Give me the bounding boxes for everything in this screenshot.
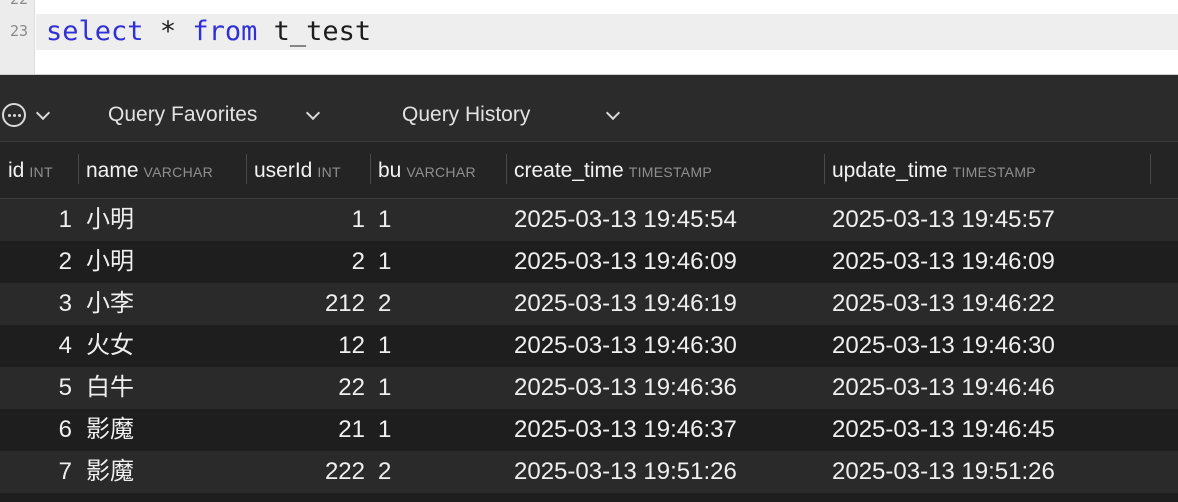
cell-id[interactable]: 2 (0, 241, 72, 283)
query-toolbar: Query Favorites Query History (0, 75, 1178, 142)
column-name: id (8, 159, 25, 182)
cell-userid[interactable]: 1 (250, 199, 365, 241)
column-header-userid[interactable]: userId INT (254, 142, 341, 198)
cell-name[interactable]: 影魔 (86, 409, 236, 451)
table-row[interactable]: 5 白牛 22 1 2025-03-13 19:46:36 2025-03-13 19:4… (0, 367, 1178, 409)
query-history-button[interactable]: Query History (402, 102, 530, 128)
sql-query-line[interactable]: select * from t_test (36, 14, 1178, 50)
column-header-create-time[interactable]: create_time TIMESTAMP (514, 142, 712, 198)
cell-id[interactable]: 4 (0, 325, 72, 367)
column-header-name[interactable]: name VARCHAR (86, 142, 213, 198)
cell-bu[interactable]: 1 (378, 409, 498, 451)
cell-name[interactable]: 小明 (86, 199, 236, 241)
cell-update-time[interactable]: 2025-03-13 19:46:30 (832, 325, 1142, 367)
cell-id[interactable]: 6 (0, 409, 72, 451)
cell-create-time[interactable]: 2025-03-13 19:46:09 (514, 241, 814, 283)
sql-keyword-select: select (46, 16, 144, 47)
table-row[interactable]: 4 火女 12 1 2025-03-13 19:46:30 2025-03-13 19:4… (0, 325, 1178, 367)
grid-header: id INT name VARCHAR userId INT bu VARCHAR cr… (0, 142, 1178, 199)
column-resize-handle[interactable] (78, 154, 79, 184)
table-row[interactable]: 2 小明 2 1 2025-03-13 19:46:09 2025-03-13 19:46… (0, 241, 1178, 283)
column-type: VARCHAR (143, 164, 214, 180)
cell-bu[interactable]: 2 (378, 451, 498, 493)
cell-update-time[interactable]: 2025-03-13 19:46:22 (832, 283, 1142, 325)
results-grid: id INT name VARCHAR userId INT bu VARCHAR cr… (0, 142, 1178, 493)
cell-id[interactable]: 5 (0, 367, 72, 409)
cell-bu[interactable]: 1 (378, 199, 498, 241)
cell-name[interactable]: 小明 (86, 241, 236, 283)
column-resize-handle[interactable] (246, 154, 247, 184)
cell-bu[interactable]: 1 (378, 241, 498, 283)
table-row[interactable]: 6 影魔 21 1 2025-03-13 19:46:37 2025-03-13 19:4… (0, 409, 1178, 451)
line-number-gutter: 22 23 (0, 0, 35, 74)
column-name: userId (254, 159, 313, 182)
cell-bu[interactable]: 1 (378, 325, 498, 367)
column-resize-handle[interactable] (370, 154, 371, 184)
chevron-down-icon[interactable] (605, 105, 621, 121)
query-favorites-button[interactable]: Query Favorites (108, 102, 257, 128)
cell-id[interactable]: 7 (0, 451, 72, 493)
sql-operator: * (159, 16, 177, 47)
table-row[interactable]: 1 小明 1 1 2025-03-13 19:45:54 2025-03-13 19:45… (0, 199, 1178, 241)
cell-update-time[interactable]: 2025-03-13 19:46:09 (832, 241, 1142, 283)
cell-name[interactable]: 小李 (86, 283, 236, 325)
cell-create-time[interactable]: 2025-03-13 19:46:30 (514, 325, 814, 367)
column-header-id[interactable]: id INT (8, 142, 53, 198)
column-header-bu[interactable]: bu VARCHAR (378, 142, 476, 198)
table-row[interactable]: 3 小李 212 2 2025-03-13 19:46:19 2025-03-13 19:… (0, 283, 1178, 325)
chevron-down-icon[interactable] (35, 105, 51, 121)
column-header-update-time[interactable]: update_time TIMESTAMP (832, 142, 1036, 198)
cell-update-time[interactable]: 2025-03-13 19:46:46 (832, 367, 1142, 409)
column-type: INT (317, 164, 341, 180)
cell-create-time[interactable]: 2025-03-13 19:46:36 (514, 367, 814, 409)
cell-userid[interactable]: 2 (250, 241, 365, 283)
cell-create-time[interactable]: 2025-03-13 19:45:54 (514, 199, 814, 241)
cell-id[interactable]: 1 (0, 199, 72, 241)
chevron-down-icon[interactable] (305, 105, 321, 121)
column-name: name (86, 159, 139, 182)
cell-bu[interactable]: 2 (378, 283, 498, 325)
column-resize-handle[interactable] (506, 154, 507, 184)
sql-table-name: t_test (273, 16, 372, 47)
cell-name[interactable]: 影魔 (86, 451, 236, 493)
cell-userid[interactable]: 21 (250, 409, 365, 451)
column-resize-handle[interactable] (1150, 154, 1151, 184)
cell-userid[interactable]: 12 (250, 325, 365, 367)
sql-keyword-from: from (192, 16, 258, 47)
cell-create-time[interactable]: 2025-03-13 19:46:19 (514, 283, 814, 325)
cell-update-time[interactable]: 2025-03-13 19:46:45 (832, 409, 1142, 451)
column-type: VARCHAR (406, 164, 476, 180)
column-resize-handle[interactable] (824, 154, 825, 184)
grid-body: 1 小明 1 1 2025-03-13 19:45:54 2025-03-13 19:45… (0, 199, 1178, 493)
cell-name[interactable]: 火女 (86, 325, 236, 367)
cell-update-time[interactable]: 2025-03-13 19:45:57 (832, 199, 1142, 241)
cell-create-time[interactable]: 2025-03-13 19:46:37 (514, 409, 814, 451)
cell-name[interactable]: 白牛 (86, 367, 236, 409)
line-number: 22 (0, 0, 28, 8)
cell-id[interactable]: 3 (0, 283, 72, 325)
column-name: update_time (832, 159, 948, 182)
cell-update-time[interactable]: 2025-03-13 19:51:26 (832, 451, 1142, 493)
cell-userid[interactable]: 212 (250, 283, 365, 325)
column-type: TIMESTAMP (628, 164, 713, 180)
column-name: create_time (514, 159, 624, 182)
column-type: TIMESTAMP (952, 164, 1036, 180)
cell-create-time[interactable]: 2025-03-13 19:51:26 (514, 451, 814, 493)
column-name: bu (378, 159, 402, 182)
cell-userid[interactable]: 22 (250, 367, 365, 409)
cell-bu[interactable]: 1 (378, 367, 498, 409)
column-type: INT (29, 164, 53, 180)
sql-editor[interactable]: 22 23 select * from t_test (0, 0, 1178, 75)
more-options-icon[interactable] (2, 103, 26, 127)
line-number: 23 (9, 22, 28, 40)
table-row[interactable]: 7 影魔 222 2 2025-03-13 19:51:26 2025-03-13 19:… (0, 451, 1178, 493)
cell-userid[interactable]: 222 (250, 451, 365, 493)
